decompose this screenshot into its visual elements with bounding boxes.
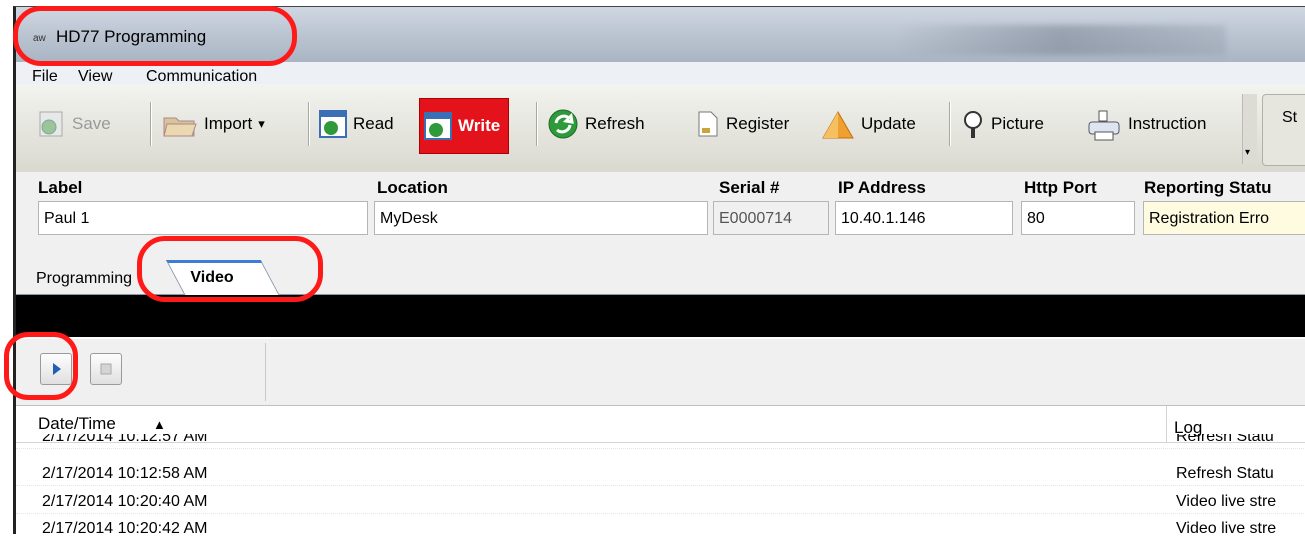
menu-view[interactable]: View bbox=[78, 68, 112, 84]
read-icon bbox=[319, 110, 347, 138]
row-datetime: 2/17/2014 10:20:42 AM bbox=[42, 520, 208, 534]
import-button[interactable]: Import ▾ bbox=[162, 104, 265, 144]
instruction-icon bbox=[1086, 110, 1122, 141]
overflow-chevron-icon: ▾ bbox=[1245, 147, 1251, 158]
label-input[interactable]: Paul 1 bbox=[38, 201, 368, 235]
row-log: Video live stre bbox=[1176, 520, 1277, 534]
row-datetime: 2/17/2014 10:12:57 AM bbox=[42, 434, 208, 445]
toolbar-separator bbox=[949, 102, 951, 146]
label-field-title: Label bbox=[38, 178, 83, 197]
register-icon bbox=[696, 110, 720, 138]
reporting-status-field: Registration Erro bbox=[1143, 201, 1305, 235]
location-field-title: Location bbox=[377, 178, 448, 197]
row-datetime: 2/17/2014 10:20:40 AM bbox=[42, 493, 208, 510]
serial-field-title: Serial # bbox=[719, 178, 780, 197]
status-panel: St bbox=[1262, 94, 1305, 166]
ip-field-title: IP Address bbox=[838, 178, 926, 197]
picture-button[interactable]: Picture bbox=[961, 104, 1044, 144]
register-button[interactable]: Register bbox=[696, 104, 789, 144]
write-icon bbox=[424, 112, 452, 140]
picture-label: Picture bbox=[991, 114, 1044, 133]
log-table: Date/Time ▲ Log 2/17/2014 10:12:57 AM Re… bbox=[16, 406, 1305, 534]
video-control-panel bbox=[16, 339, 1305, 406]
table-row[interactable]: 2/17/2014 10:20:40 AM Video live stre bbox=[16, 491, 1305, 514]
port-field-title: Http Port bbox=[1024, 178, 1097, 197]
save-button[interactable]: Save bbox=[38, 104, 111, 144]
toolbar-separator bbox=[536, 102, 538, 146]
play-button-annotation-circle bbox=[4, 332, 78, 400]
save-label: Save bbox=[72, 114, 111, 133]
update-icon bbox=[821, 110, 855, 139]
chevron-down-icon: ▾ bbox=[258, 116, 265, 131]
http-port-input[interactable]: 80 bbox=[1021, 201, 1135, 235]
refresh-button[interactable]: Refresh bbox=[547, 104, 645, 144]
table-row[interactable]: 2/17/2014 10:12:57 AM Refresh Statu bbox=[16, 434, 1305, 449]
register-label: Register bbox=[726, 114, 790, 133]
title-annotation-circle bbox=[13, 6, 297, 66]
read-label: Read bbox=[353, 114, 394, 133]
title-bar-background bbox=[896, 25, 1226, 55]
toolbar-separator bbox=[308, 102, 310, 146]
toolbar-separator bbox=[150, 102, 152, 146]
instruction-label: Instruction bbox=[1128, 114, 1207, 133]
ip-address-input[interactable]: 10.40.1.146 bbox=[835, 201, 1013, 235]
menu-communication[interactable]: Communication bbox=[146, 68, 257, 84]
folder-icon bbox=[162, 110, 198, 138]
location-input[interactable]: MyDesk bbox=[374, 201, 708, 235]
row-log: Refresh Statu bbox=[1176, 465, 1274, 482]
status-panel-label: St bbox=[1282, 109, 1298, 126]
sort-ascending-icon: ▲ bbox=[153, 417, 166, 432]
panel-divider bbox=[265, 343, 266, 401]
update-label: Update bbox=[861, 114, 916, 133]
save-icon bbox=[38, 110, 66, 138]
table-row[interactable]: 2/17/2014 10:20:42 AM Video live stre bbox=[16, 518, 1305, 534]
table-row[interactable]: 2/17/2014 10:12:58 AM Refresh Statu bbox=[16, 463, 1305, 486]
toolbar: Save Import ▾ Read Write Refresh Registe… bbox=[16, 84, 1305, 173]
stop-icon bbox=[100, 363, 112, 375]
write-label: Write bbox=[458, 116, 501, 135]
serial-input: E0000714 bbox=[713, 201, 829, 235]
video-tab-annotation-circle bbox=[137, 236, 323, 302]
import-label: Import bbox=[204, 114, 253, 133]
toolbar-overflow-button[interactable]: ▾ bbox=[1242, 94, 1257, 164]
magnifier-icon bbox=[961, 110, 985, 138]
menu-file[interactable]: File bbox=[32, 68, 58, 84]
update-button[interactable]: Update bbox=[821, 104, 916, 144]
refresh-label: Refresh bbox=[585, 114, 645, 133]
stop-button[interactable] bbox=[90, 353, 122, 385]
read-button[interactable]: Read bbox=[319, 104, 394, 144]
row-log: Video live stre bbox=[1176, 493, 1277, 510]
row-datetime: 2/17/2014 10:12:58 AM bbox=[42, 465, 208, 482]
instruction-button[interactable]: Instruction bbox=[1086, 104, 1206, 144]
refresh-icon bbox=[547, 108, 579, 140]
reporting-status-title: Reporting Statu bbox=[1144, 178, 1272, 197]
write-button[interactable]: Write bbox=[419, 98, 510, 154]
datetime-column-header[interactable]: Date/Time bbox=[38, 414, 116, 434]
row-log: Refresh Statu bbox=[1176, 434, 1274, 445]
